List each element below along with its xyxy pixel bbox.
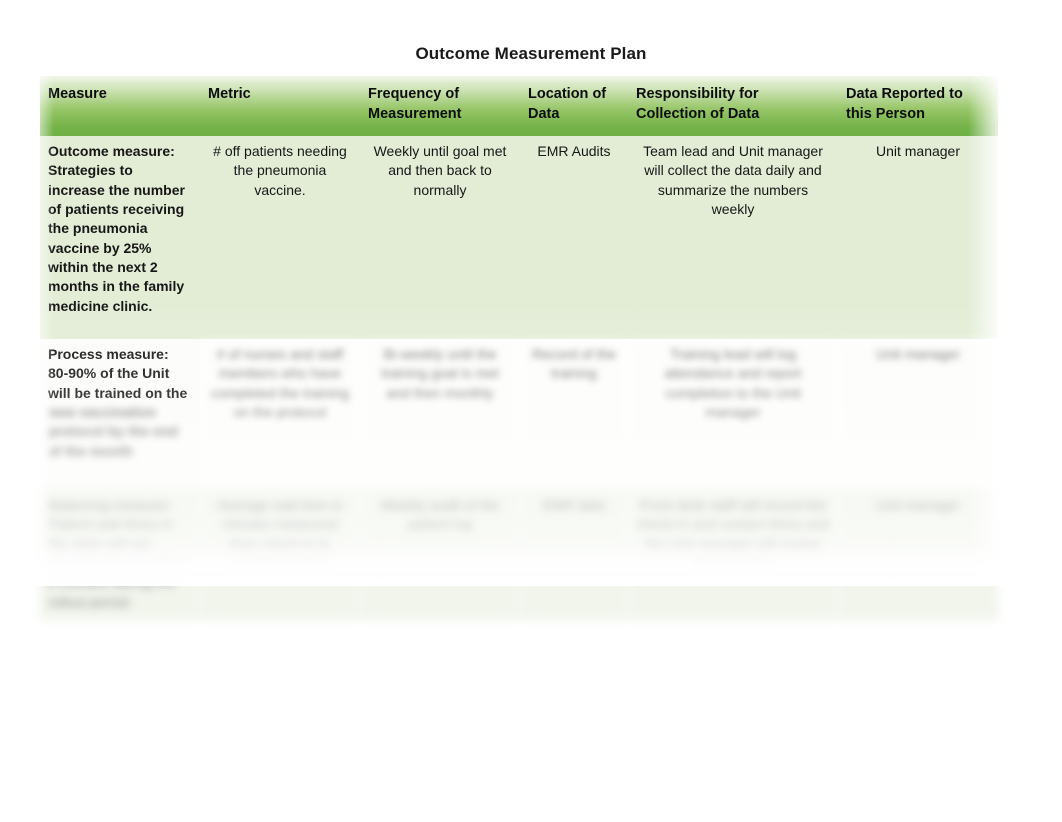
cell-responsibility-row1: Team lead and Unit manager will collect …	[628, 136, 838, 339]
outcome-measurement-table-wrapper: Measure Metric Frequency of Measurement …	[40, 76, 998, 620]
cell-measure-row2-blurred-text: new vaccination protocol by the end of t…	[48, 403, 178, 459]
cell-metric-row1: # off patients needing the pneumonia vac…	[200, 136, 360, 339]
table-row: Outcome measure: Strategies to increase …	[40, 136, 998, 339]
outcome-measurement-table: Measure Metric Frequency of Measurement …	[40, 76, 998, 620]
table-row: Balancing measure: Patient wait times in…	[40, 490, 998, 620]
cell-reported-to-row3: Unit manager	[838, 490, 998, 620]
cell-location-row2: Record of the training	[520, 339, 628, 490]
document-page: Outcome Measurement Plan Measure Metric …	[0, 0, 1062, 822]
cell-responsibility-row3: Front desk staff will record the check-i…	[628, 490, 838, 620]
cell-location-row1: EMR Audits	[520, 136, 628, 339]
column-header-reported-to: Data Reported to this Person	[838, 76, 998, 136]
cell-metric-row2: # of nurses and staff members who have c…	[200, 339, 360, 490]
column-header-metric: Metric	[200, 76, 360, 136]
cell-measure-row2-sharp-text: Process measure: 80-90% of the Unit will…	[48, 346, 188, 401]
cell-frequency-row1: Weekly until goal met and then back to n…	[360, 136, 520, 339]
column-header-responsibility: Responsibility for Collection of Data	[628, 76, 838, 136]
cell-reported-to-row2: Unit manager	[838, 339, 998, 490]
page-title: Outcome Measurement Plan	[415, 44, 647, 63]
cell-reported-to-row1: Unit manager	[838, 136, 998, 339]
column-header-measure: Measure	[40, 76, 200, 136]
cell-frequency-row3: Weekly audit of the patient log	[360, 490, 520, 620]
cell-frequency-row2: Bi-weekly until the training goal is met…	[360, 339, 520, 490]
column-header-frequency: Frequency of Measurement	[360, 76, 520, 136]
table-header-row: Measure Metric Frequency of Measurement …	[40, 76, 998, 136]
cell-location-row3: EMR data	[520, 490, 628, 620]
cell-measure-row1: Outcome measure: Strategies to increase …	[40, 136, 200, 339]
table-row: Process measure: 80-90% of the Unit will…	[40, 339, 998, 490]
cell-metric-row3: Average wait time in minutes measured fr…	[200, 490, 360, 620]
cell-measure-row2: Process measure: 80-90% of the Unit will…	[40, 339, 200, 490]
cell-measure-row3: Balancing measure: Patient wait times in…	[40, 490, 200, 620]
column-header-location: Location of Data	[520, 76, 628, 136]
cell-responsibility-row2: Training lead will log attendance and re…	[628, 339, 838, 490]
